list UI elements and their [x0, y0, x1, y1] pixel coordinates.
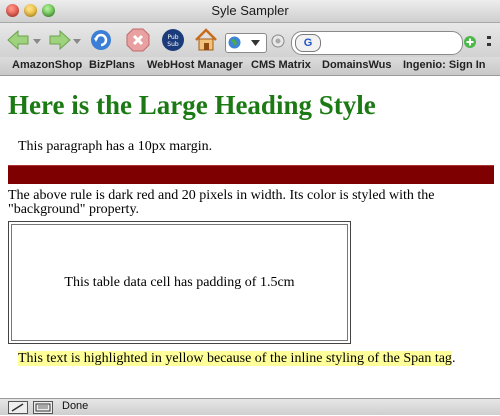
bookmark-item[interactable]: BizPlans — [89, 59, 135, 71]
highlighted-span: This text is highlighted in yellow becau… — [18, 351, 452, 366]
forward-arrow-icon[interactable] — [46, 27, 72, 53]
search-engine-icon[interactable]: G — [295, 34, 321, 52]
reload-icon[interactable] — [88, 27, 114, 53]
highlight-period: . — [451, 351, 456, 366]
page-content: Here is the Large Heading Style This par… — [0, 76, 500, 398]
back-arrow-icon[interactable] — [6, 27, 32, 53]
title-bar: Syle Sampler — [0, 0, 500, 23]
dark-red-rule — [8, 165, 494, 184]
go-icon[interactable] — [271, 34, 285, 48]
svg-text:Pub: Pub — [167, 34, 178, 41]
window-title: Syle Sampler — [211, 3, 289, 18]
svg-text:Sub: Sub — [167, 41, 179, 48]
stop-icon[interactable] — [125, 27, 151, 53]
chevron-down-icon — [251, 40, 260, 46]
forward-menu-chevron-icon[interactable] — [73, 39, 81, 45]
pubsub-icon[interactable]: Pub Sub — [160, 27, 186, 53]
bookmark-item[interactable]: AmazonShop — [12, 59, 82, 71]
globe-icon — [228, 36, 241, 49]
back-menu-chevron-icon[interactable] — [33, 39, 41, 45]
home-icon[interactable] — [193, 27, 219, 53]
padded-table: This table data cell has padding of 1.5c… — [8, 221, 351, 344]
status-text: Done — [62, 400, 89, 412]
address-field[interactable] — [225, 33, 267, 53]
table-cell: This table data cell has padding of 1.5c… — [11, 224, 348, 341]
browser-window: Syle Sampler Pub Sub G AmazonShop BizPla… — [0, 0, 500, 415]
bookmark-item[interactable]: Ingenio: Sign In — [403, 59, 486, 71]
bookmark-item[interactable]: CMS Matrix — [251, 59, 311, 71]
search-field[interactable]: G — [291, 31, 463, 55]
page-heading: Here is the Large Heading Style — [8, 90, 376, 120]
status-bar: Done — [0, 398, 500, 415]
bookmark-item[interactable]: DomainsWus — [322, 59, 391, 71]
navigation-toolbar: Pub Sub G — [0, 23, 500, 57]
toolbar-overflow-icon[interactable] — [485, 33, 497, 51]
highlight-paragraph: This text is highlighted in yellow becau… — [18, 351, 455, 367]
bookmarks-bar: AmazonShop BizPlans WebHost Manager CMS … — [0, 57, 500, 76]
margin-paragraph: This paragraph has a 10px margin. — [18, 139, 213, 154]
keyboard-icon[interactable] — [33, 401, 53, 414]
rule-description: The above rule is dark red and 20 pixels… — [8, 188, 435, 217]
add-icon[interactable] — [463, 35, 477, 49]
edit-icon[interactable] — [8, 401, 28, 414]
bookmark-item[interactable]: WebHost Manager — [147, 59, 243, 71]
